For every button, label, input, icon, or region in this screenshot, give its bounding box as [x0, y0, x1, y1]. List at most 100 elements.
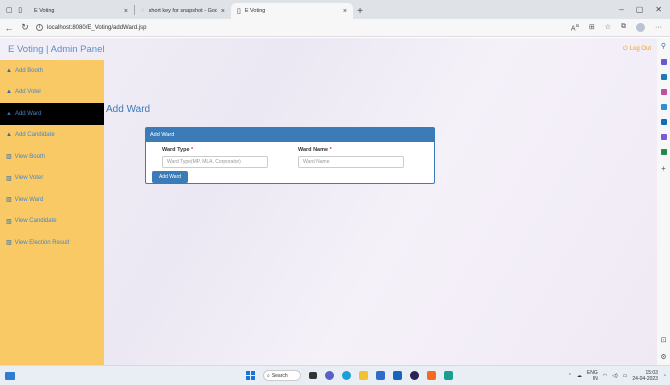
minimize-icon[interactable]: – — [619, 5, 623, 14]
browser-edge-sidebar: ⚲ + ⊡ ⚙ — [657, 38, 670, 365]
collections-icon[interactable]: ⧉ — [621, 23, 626, 31]
favorite-icon[interactable]: ☆ — [605, 23, 611, 31]
page-icon: ▯ — [237, 8, 241, 15]
ward-type-input[interactable]: Ward Type(MP, MLA, Corporator) — [162, 156, 268, 168]
search-icon: ⌕ — [267, 372, 270, 379]
back-icon[interactable]: ← — [4, 23, 14, 33]
sparkle-icon[interactable] — [660, 59, 667, 65]
power-icon: ⏻ — [622, 45, 628, 52]
store-icon[interactable] — [376, 371, 385, 380]
tab-title: E Voting — [34, 8, 55, 14]
sidebar-item-label: Add Booth — [14, 67, 43, 74]
sidebar-item-view-ward[interactable]: ▥ View Ward — [0, 189, 104, 211]
add-icon[interactable]: + — [661, 164, 666, 173]
browser-tab-strip: ▢ ▯ E Voting × ◌ short key for snapshot … — [0, 0, 670, 19]
outlook-icon[interactable] — [660, 119, 667, 125]
date: 24-04-2023 — [632, 375, 658, 382]
page-title: Add Ward — [106, 104, 151, 115]
task-view-icon[interactable] — [309, 372, 317, 379]
bar-chart-icon: ▥ — [6, 240, 12, 247]
eclipse-icon[interactable] — [410, 371, 419, 380]
sidebar-toggle-icon[interactable]: ⊡ — [661, 336, 667, 344]
close-tab-icon[interactable]: × — [343, 8, 347, 15]
file-explorer-icon[interactable] — [359, 371, 368, 380]
info-icon[interactable]: i — [36, 24, 43, 31]
brand-title[interactable]: E Voting | Admin Panel — [8, 44, 104, 55]
sidebar-item-add-candidate[interactable]: ▲ Add Candidate — [0, 125, 104, 147]
close-tab-icon[interactable]: × — [221, 8, 225, 15]
logout-link[interactable]: ⏻ Log Out — [623, 46, 651, 53]
add-ward-button[interactable]: Add Ward — [152, 171, 188, 183]
url-field[interactable]: i localhost:8080/E_Voting/addWard.jsp — [36, 24, 565, 31]
language-indicator[interactable]: ENG IN — [587, 370, 598, 382]
sidebar-item-add-booth[interactable]: ▲ Add Booth — [0, 60, 104, 82]
profile-avatar[interactable] — [636, 22, 645, 32]
search-icon[interactable]: ⚲ — [661, 42, 666, 50]
address-bar-actions: Aa ⊞ ☆ ⧉ ··· — [571, 23, 666, 32]
ward-name-input[interactable]: Ward Name — [298, 156, 404, 168]
workspaces-icon[interactable]: ▢ — [6, 6, 13, 14]
sidebar-item-add-ward[interactable]: ▲ Add Ward — [0, 103, 104, 125]
card-header: Add Ward — [146, 128, 434, 142]
sidebar-item-view-voter[interactable]: ▥ View Voter — [0, 168, 104, 190]
tab-evoting-1[interactable]: E Voting × — [28, 3, 134, 19]
edge-browser-icon[interactable] — [342, 371, 351, 380]
sidebar-item-label: Add Voter — [14, 89, 42, 96]
close-window-icon[interactable]: ✕ — [655, 5, 662, 14]
battery-icon[interactable]: ▭ — [623, 373, 628, 379]
sidebar-item-add-voter[interactable]: ▲ Add Voter — [0, 82, 104, 104]
database-icon[interactable] — [444, 371, 453, 380]
sidebar-item-label: View Voter — [14, 175, 44, 182]
clock[interactable]: 15:03 24-04-2023 — [632, 370, 658, 382]
required-mark: * — [191, 147, 194, 153]
settings-icon[interactable]: ⚙ — [660, 353, 666, 361]
add-ward-card: Add Ward Ward Type * Ward Type(MP, MLA, … — [145, 127, 435, 184]
sidebar-item-label: Add Ward — [14, 110, 42, 117]
office-icon[interactable] — [660, 104, 667, 110]
sidebar-item-label: View Candidate — [14, 218, 57, 225]
windows-taskbar: ⌕ Search ⌃ ☁ ENG IN ◠ ◁) ▭ 15:03 24-04-2… — [0, 365, 670, 385]
refresh-icon[interactable]: ↻ — [20, 22, 30, 33]
close-tab-icon[interactable]: × — [124, 8, 128, 15]
ward-form: Ward Type * Ward Type(MP, MLA, Corporato… — [162, 147, 404, 168]
bar-chart-icon: ▥ — [6, 154, 12, 161]
wifi-icon[interactable]: ◠ — [603, 373, 607, 379]
chat-icon[interactable] — [325, 371, 334, 380]
app-available-icon[interactable]: ⊞ — [589, 23, 595, 31]
admin-header: E Voting | Admin Panel ⏻ Log Out — [0, 38, 657, 60]
taskbar-search[interactable]: ⌕ Search — [263, 370, 301, 381]
window-controls: – ▢ ✕ — [619, 0, 670, 19]
designer-icon[interactable] — [660, 134, 667, 140]
volume-icon[interactable]: ◁) — [612, 373, 618, 379]
ward-name-label: Ward Name * — [298, 147, 404, 153]
ward-type-placeholder: Ward Type(MP, MLA, Corporator) — [167, 159, 241, 165]
cloud-icon[interactable]: ☁ — [577, 373, 582, 379]
more-menu-icon[interactable]: ··· — [655, 24, 662, 31]
app-icon[interactable] — [393, 371, 402, 380]
url-text: localhost:8080/E_Voting/addWard.jsp — [47, 24, 147, 31]
page-icon: ▯ — [18, 6, 23, 14]
windows-start-icon[interactable] — [246, 371, 255, 380]
widgets-icon[interactable] — [5, 371, 15, 380]
search-label: Search — [271, 372, 288, 379]
web-page: E Voting | Admin Panel ⏻ Log Out ▲ Add B… — [0, 38, 657, 365]
new-tab-button[interactable]: + — [353, 3, 367, 19]
notification-icon[interactable]: ◔ — [663, 373, 666, 379]
address-bar: ← ↻ i localhost:8080/E_Voting/addWard.js… — [0, 19, 670, 37]
chevron-up-icon[interactable]: ⌃ — [568, 373, 572, 379]
sidebar-item-view-election-result[interactable]: ▥ View Election Result — [0, 232, 104, 254]
home-icon: ▲ — [6, 67, 12, 74]
tools-icon[interactable] — [660, 74, 667, 80]
sidebar-item-view-candidate[interactable]: ▥ View Candidate — [0, 211, 104, 233]
sidebar-item-view-booth[interactable]: ▥ View Booth — [0, 146, 104, 168]
xampp-icon[interactable] — [427, 371, 436, 380]
tab-evoting-active[interactable]: ▯ E Voting × — [231, 3, 353, 19]
read-aloud-icon[interactable]: Aa — [571, 23, 579, 32]
tree-icon[interactable] — [660, 149, 667, 155]
restore-icon[interactable]: ▢ — [636, 5, 644, 14]
games-icon[interactable] — [660, 89, 667, 95]
tab-google-search[interactable]: ◌ short key for snapshot - Google × — [135, 3, 231, 19]
home-icon: ▲ — [6, 89, 12, 96]
ward-name-label-text: Ward Name — [298, 147, 329, 153]
home-icon: ▲ — [6, 110, 12, 117]
